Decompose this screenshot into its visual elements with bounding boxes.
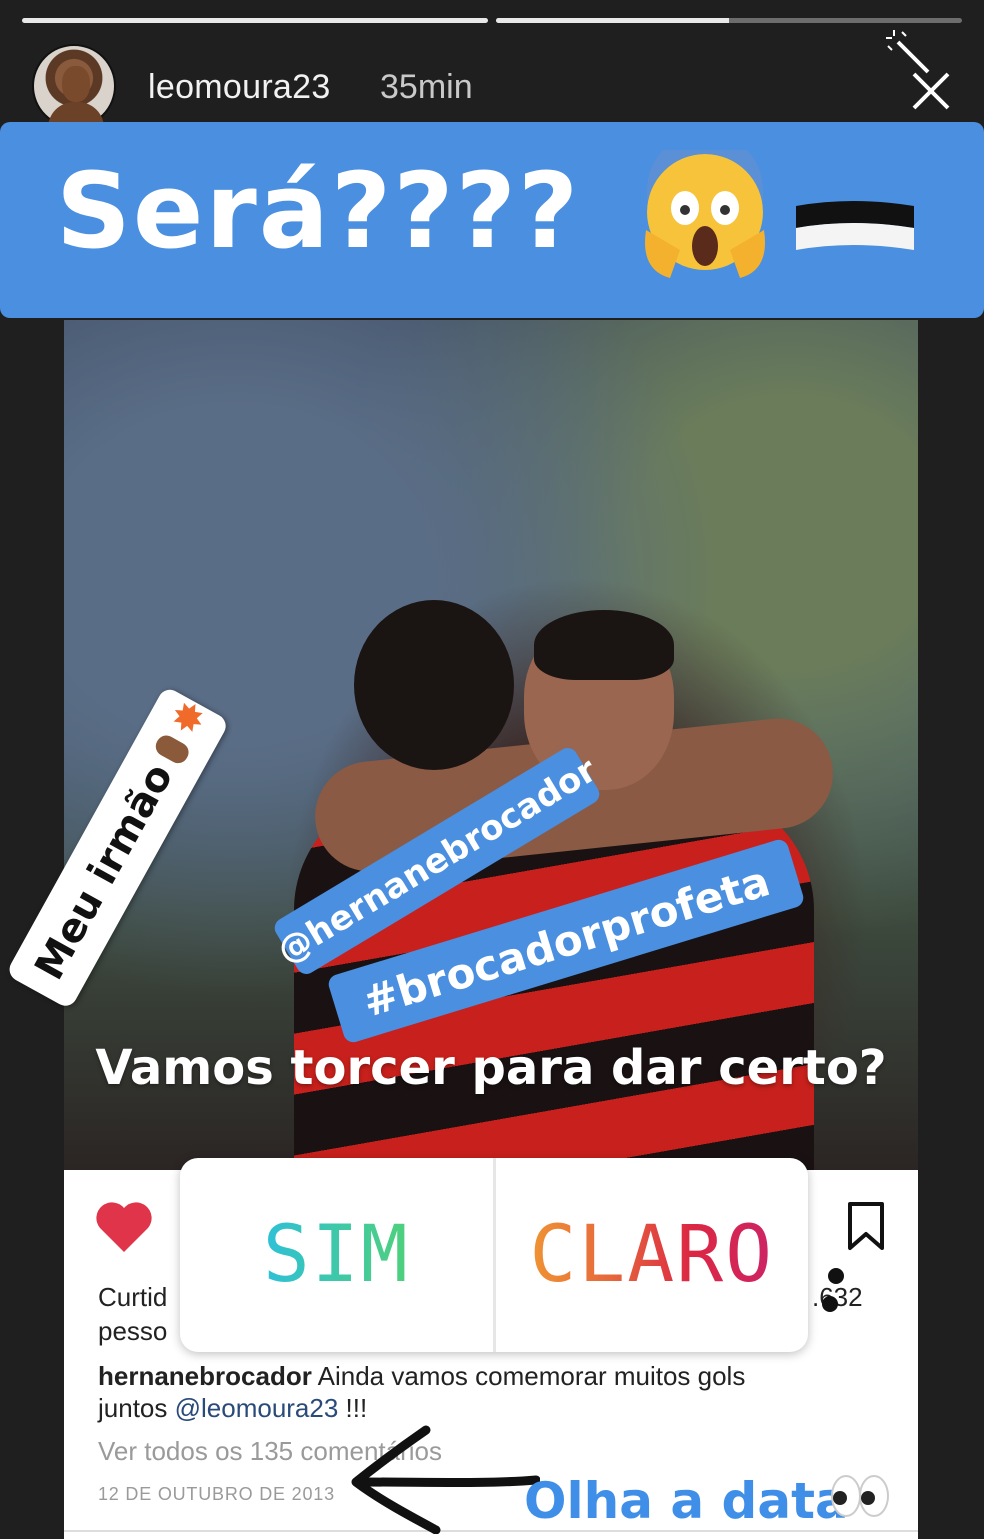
heart-icon[interactable] bbox=[94, 1200, 154, 1254]
banner-text: Será???? bbox=[56, 150, 581, 272]
caption-line2: juntos bbox=[98, 1393, 175, 1423]
caption-author[interactable]: hernanebrocador bbox=[98, 1361, 312, 1391]
caption-mention[interactable]: @leomoura23 bbox=[175, 1393, 339, 1423]
eyes-emoji-icon bbox=[831, 1475, 889, 1517]
avatar[interactable] bbox=[32, 44, 116, 128]
username[interactable]: leomoura23 bbox=[148, 68, 331, 107]
screaming-face-emoji-icon bbox=[645, 150, 765, 278]
post-caption: hernanebrocador Ainda vamos comemorar mu… bbox=[98, 1360, 858, 1424]
likes-text-line-1: Curtid bbox=[98, 1282, 168, 1312]
flag-icon bbox=[796, 179, 914, 250]
bookmark-icon[interactable] bbox=[844, 1200, 888, 1252]
poll-option-claro-label: CLARO bbox=[529, 1210, 775, 1300]
poll-option-claro[interactable]: CLARO bbox=[496, 1158, 809, 1352]
poll-option-sim[interactable]: SIM bbox=[180, 1158, 493, 1352]
story-timestamp: 35min bbox=[380, 68, 473, 106]
poll-option-sim-label: SIM bbox=[262, 1210, 410, 1300]
poll-sticker: SIM CLARO bbox=[180, 1158, 808, 1352]
caption-suffix: !!! bbox=[338, 1393, 368, 1423]
story-progress-bar-1 bbox=[22, 18, 488, 23]
story-viewer: leomoura23 35min Será???? Meu irmão ✸ @h… bbox=[0, 0, 984, 1539]
likes-text-line-2: pesso bbox=[98, 1316, 168, 1346]
close-icon[interactable] bbox=[906, 66, 956, 116]
hand-drawn-arrow-icon bbox=[351, 1425, 540, 1534]
sticker-question-text: Vamos torcer para dar certo? bbox=[95, 1040, 887, 1096]
story-progress-bar-2 bbox=[496, 18, 962, 23]
fist-emoji-icon bbox=[152, 731, 193, 767]
drawn-dots-icon bbox=[822, 1268, 844, 1312]
caption-text: Ainda vamos comemorar muitos gols bbox=[311, 1361, 746, 1391]
annotation-text: Olha a data bbox=[524, 1472, 849, 1530]
post-date: 12 DE OUTUBRO DE 2013 bbox=[98, 1484, 335, 1504]
